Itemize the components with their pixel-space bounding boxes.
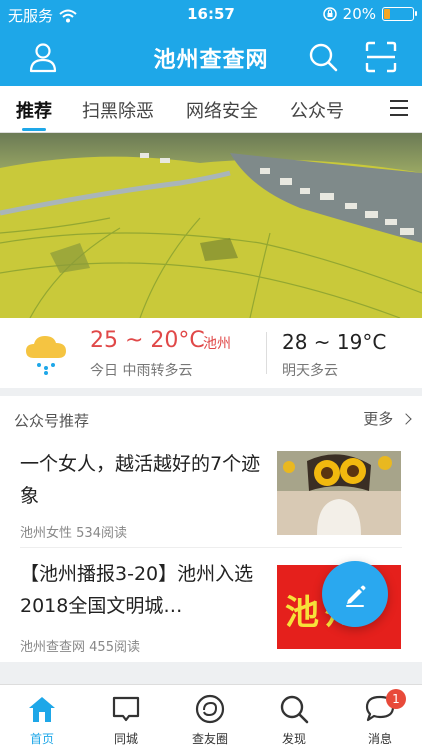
active-tab-indicator [22,128,46,131]
chevron-right-icon [400,413,412,425]
today-temperature: 25 ~ 20°C [90,328,205,353]
battery-fill [384,9,390,19]
cloud-rain-icon [26,336,66,375]
article-meta: 池州查查网 455阅读 [20,636,140,655]
tab-recommend[interactable]: 推荐 [16,97,52,123]
sunflower-woman-image [277,451,401,535]
more-label: 更多 [363,410,394,428]
menu-icon[interactable] [390,100,408,121]
compose-button[interactable] [322,561,388,627]
weather-city: 池州 [203,336,231,352]
banner-image[interactable] [0,133,422,318]
tomorrow-weather-desc: 明天多云 [282,363,338,379]
battery-percent: 20% [342,5,376,23]
app-title: 池州查查网 [153,48,269,73]
message-square-icon [112,696,140,722]
orientation-lock-icon [322,7,337,21]
refresh-circle-icon [195,694,225,724]
unread-badge: 1 [386,689,406,709]
article-reads: 534阅读 [76,526,127,541]
tabbar-label: 同城 [113,732,138,746]
article-reads: 455阅读 [89,640,140,655]
tab-cyber-security[interactable]: 网络安全 [186,97,258,123]
weather-divider [266,332,267,374]
tabbar-discover[interactable]: 发现 [252,685,336,751]
home-icon [29,697,55,722]
article-thumbnail [277,451,401,535]
scan-icon[interactable] [364,40,398,74]
article-meta: 池州女性 534阅读 [20,522,127,541]
feed-heading: 公众号推荐 [14,412,90,430]
tabbar-circle[interactable]: 查友圈 [168,685,252,751]
rapeseed-field-landscape-image [0,133,422,318]
article-item[interactable]: 一个女人，越活越好的7个迹象 池州女性 534阅读 [0,438,422,553]
tab-official-accounts[interactable]: 公众号 [290,97,344,123]
tabbar-local[interactable]: 同城 [84,685,168,751]
today-weather-desc: 今日 中雨转多云 [90,363,193,379]
status-bar: 无服务 16:57 20% [0,0,422,28]
article-title: 一个女人，越活越好的7个迹象 [20,453,261,507]
tomorrow-temperature: 28 ~ 19°C [282,330,387,354]
tab-anti-crime[interactable]: 扫黑除恶 [82,97,154,123]
app-header: 池州查查网 [0,28,422,86]
article-source: 池州女性 [20,526,73,541]
tabbar-label: 查友圈 [191,732,228,746]
article-title: 【池州播报3-20】池州入选2018全国文明城… [20,563,254,617]
weather-panel[interactable]: 25 ~ 20°C 池州 今日 中雨转多云 28 ~ 19°C 明天多云 [0,318,422,388]
bottom-tab-bar: 首页 同城 查友圈 发现 1 消息 [0,684,422,751]
more-link[interactable]: 更多 [363,408,412,429]
search-icon [280,695,309,724]
tabbar-label: 消息 [367,732,392,746]
search-icon[interactable] [306,40,340,74]
battery-icon [382,7,417,21]
pencil-icon [346,585,366,607]
tabbar-home[interactable]: 首页 [0,685,84,751]
article-source: 池州查查网 [20,640,86,655]
category-tabs: 推荐 扫黑除恶 网络安全 公众号 [0,86,422,133]
tabbar-label: 发现 [281,732,306,746]
status-right: 20% [322,5,417,23]
tabbar-label: 首页 [29,732,54,746]
tabbar-messages[interactable]: 1 消息 [338,685,422,751]
